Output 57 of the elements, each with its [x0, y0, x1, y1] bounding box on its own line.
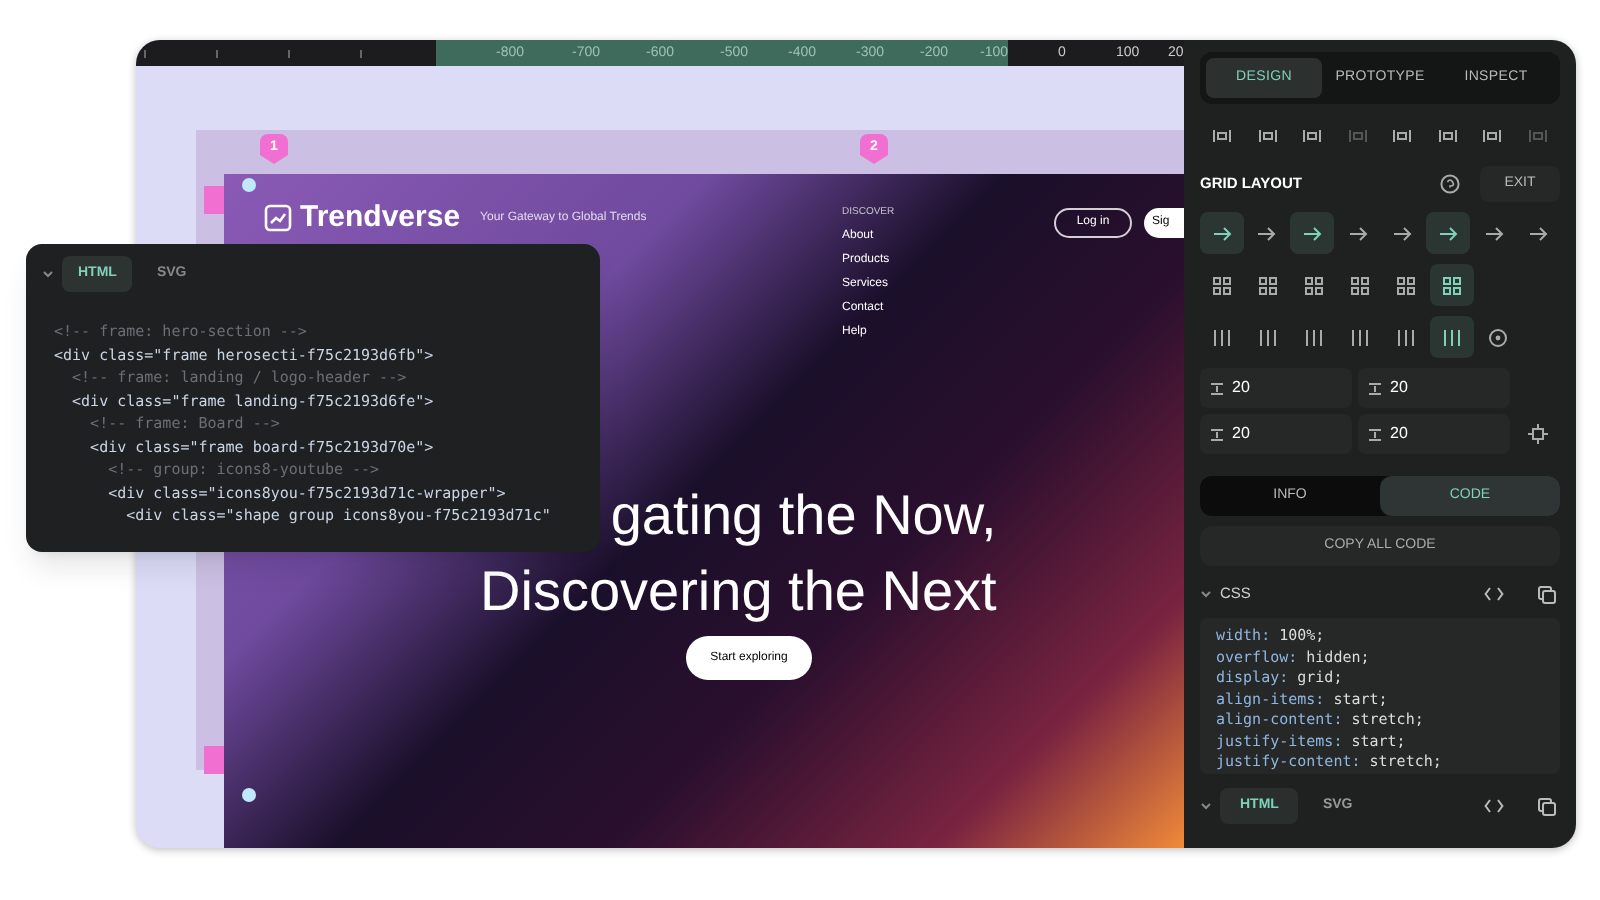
layout-icon: [1392, 223, 1413, 243]
layout-icon: [1442, 275, 1462, 295]
gap-field[interactable]: 20: [1200, 414, 1352, 454]
layout-icon: [1396, 327, 1416, 347]
layout-icon: [1442, 327, 1462, 347]
layout-icon: [1258, 327, 1278, 347]
layout-icon: [1350, 327, 1370, 347]
layout-icon: [1347, 125, 1368, 145]
layout-icon: [1212, 125, 1232, 145]
spacing-icon: [1368, 381, 1382, 395]
hero-heading: gating the Now,: [610, 482, 997, 550]
chevron-icon: [1200, 800, 1212, 812]
layout-icon: [1257, 125, 1278, 145]
layout-icon: [1392, 125, 1413, 145]
gap-field[interactable]: 20: [1358, 368, 1510, 408]
layout-icon: [1258, 275, 1278, 295]
code-icon: [1484, 798, 1504, 814]
chart-logo-icon: [264, 204, 292, 233]
layout-icon: [1304, 275, 1324, 295]
layout-icon: [1212, 327, 1232, 347]
copy-button[interactable]: [1532, 792, 1560, 820]
site-logo[interactable]: Trendverse: [300, 196, 461, 241]
spacing-icon: [1368, 427, 1382, 441]
spacing-icon: [1210, 427, 1224, 441]
layout-icon: [1528, 223, 1549, 243]
help-icon: [1440, 174, 1460, 194]
layout-button[interactable]: [1200, 212, 1244, 254]
layout-icon: [1304, 327, 1324, 347]
layout-icon: [1256, 223, 1277, 243]
settings-icon: [1488, 327, 1508, 347]
code-icon: [1484, 586, 1504, 602]
chevron-icon: [1200, 588, 1212, 600]
gap-field[interactable]: 20: [1358, 414, 1510, 454]
layout-icon: [1302, 223, 1323, 243]
resize-icon: [1528, 424, 1548, 444]
layout-button[interactable]: [1430, 316, 1474, 358]
copy-icon: [1537, 797, 1555, 815]
layout-icon: [1483, 223, 1504, 243]
layout-icon: [1347, 223, 1368, 243]
layout-icon: [1437, 223, 1458, 243]
layout-button[interactable]: [1430, 264, 1474, 306]
layout-button[interactable]: [1426, 212, 1470, 254]
hero-heading: Discovering the Next: [480, 558, 997, 626]
gap-field[interactable]: 20: [1200, 368, 1352, 408]
layout-icon: [1482, 125, 1503, 145]
layout-icon: [1302, 125, 1323, 145]
layout-icon: [1211, 223, 1232, 243]
spacing-icon: [1210, 381, 1224, 395]
layout-button[interactable]: [1290, 212, 1334, 254]
layout-icon: [1396, 275, 1416, 295]
copy-icon: [1537, 585, 1555, 603]
chevron-icon: [42, 268, 54, 280]
layout-icon: [1212, 275, 1232, 295]
layout-icon: [1437, 125, 1458, 145]
layout-icon: [1350, 275, 1370, 295]
copy-button[interactable]: [1532, 580, 1560, 608]
layout-icon: [1527, 125, 1548, 145]
